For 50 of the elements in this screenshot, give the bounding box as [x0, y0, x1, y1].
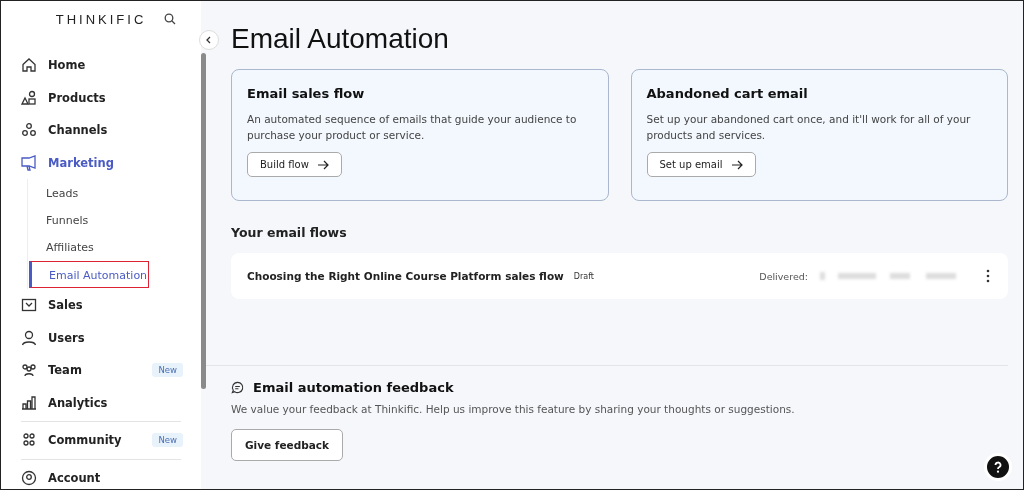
home-icon [21, 57, 37, 74]
shapes-icon [21, 89, 37, 106]
nav-item[interactable]: Products [21, 81, 183, 114]
card-title: Email sales flow [247, 86, 366, 101]
nav-item[interactable]: Sales [21, 289, 183, 322]
user-icon [21, 329, 37, 346]
nav-item[interactable]: Community New [21, 424, 183, 457]
search-icon[interactable] [164, 13, 177, 25]
status-label: Draft [573, 271, 594, 281]
nav-subitem[interactable]: Email Automation [29, 261, 149, 288]
nav-item[interactable]: Account [21, 461, 183, 489]
nav-item[interactable]: Home [21, 49, 183, 82]
inbox-icon [21, 297, 37, 314]
nav-item[interactable]: Channels [21, 114, 183, 147]
chevron-left-icon [205, 36, 213, 44]
nav-subitem[interactable]: Leads [29, 180, 129, 207]
arrow-right-icon [730, 159, 743, 170]
nav-item[interactable]: Analytics [21, 386, 183, 419]
new-badge: New [152, 363, 183, 378]
megaphone-icon [21, 154, 37, 171]
stats-label: Delivered: [759, 270, 808, 282]
card-description: An automated sequence of emails that guide your audience to purchase your product or service. [247, 112, 578, 143]
community-icon [21, 432, 37, 449]
section-heading: Your email flows [231, 225, 348, 240]
arrow-right-icon [316, 159, 329, 170]
card-title: Abandoned cart email [646, 86, 809, 101]
help-button[interactable] [984, 453, 1012, 481]
card-button[interactable]: Set up email [646, 152, 756, 177]
scrollbar[interactable] [201, 53, 206, 389]
flow-row[interactable]: Choosing the Right Online Course Platform sales flow Draft Delivered: [231, 253, 1008, 299]
card-button[interactable]: Build flow [247, 152, 342, 177]
account-icon [21, 469, 37, 486]
logo: THINKIFIC [55, 11, 147, 27]
new-badge: New [152, 433, 183, 448]
chat-icon [231, 381, 244, 394]
page-title: Email Automation [231, 23, 450, 55]
team-icon [21, 362, 37, 379]
nav-subitem[interactable]: Affiliates [29, 234, 129, 261]
flow-name: Choosing the Right Online Course Platform sales flow [247, 270, 564, 282]
nav-item[interactable]: Marketing [21, 146, 183, 179]
nav-subitem[interactable]: Funnels [29, 207, 129, 234]
more-icon[interactable] [986, 269, 990, 283]
feedback-heading: Email automation feedback [253, 380, 454, 395]
feedback-button[interactable]: Give feedback [231, 429, 343, 461]
chart-icon [21, 394, 37, 411]
nav-item[interactable]: Users [21, 321, 183, 354]
nav-item[interactable]: Team New [21, 354, 183, 387]
feedback-description: We value your feedback at Thinkific. Help us improve this feature by sharing your thoughts or suggestions. [231, 402, 796, 417]
card-description: Set up your abandoned cart once, and it'll work for all of your products and services. [646, 112, 972, 143]
circles-icon [21, 122, 37, 139]
